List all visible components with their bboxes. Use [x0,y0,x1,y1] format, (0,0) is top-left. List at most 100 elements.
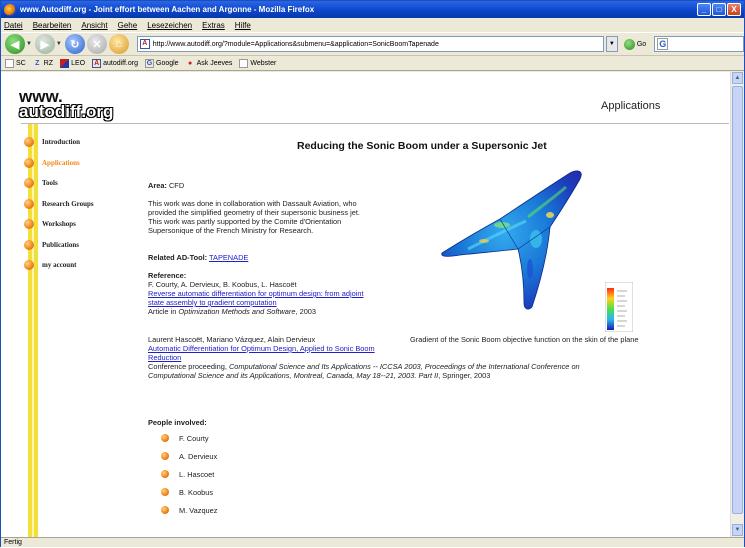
person-koobus[interactable]: B. Koobus [161,483,217,501]
bullet-icon [161,470,169,478]
go-arrow-icon [623,38,635,50]
bullet-icon [24,198,34,209]
section-heading: Applications [601,100,661,112]
bullet-icon [161,434,169,442]
scroll-up-arrow-icon[interactable]: ▲ [732,72,743,84]
plane-gradient-figure [441,170,582,310]
google-icon: G [145,58,154,68]
bullet-icon [24,178,34,189]
nav-item-tools[interactable]: Tools [24,173,94,194]
bookmark-autodiff[interactable]: Aautodiff.org [92,58,138,68]
ref2-link-cont[interactable]: Reduction [148,353,181,362]
header-divider [21,123,729,124]
bullet-icon [161,452,169,460]
url-text: http://www.autodiff.org/?module=Applicat… [152,40,439,48]
menu-gehe[interactable]: Gehe [118,21,138,30]
ref2-link[interactable]: Automatic Differentiation for Optimum De… [148,344,375,353]
figure-caption: Gradient of the Sonic Boom objective fun… [410,335,639,344]
page-viewport: www. autodiff.org Applications Introduct… [1,72,744,537]
bookmark-google[interactable]: G Google [145,58,179,68]
url-history-dropdown[interactable]: ▼ [605,36,618,52]
firefox-icon [4,3,16,16]
menu-bearbeiten[interactable]: Bearbeiten [33,21,72,30]
reference-block: Reference: F. Courty, A. Dervieux, B. Ko… [148,271,364,316]
page-icon [239,58,249,68]
color-scale-legend [605,282,633,332]
back-history-dropdown[interactable]: ▼ [26,41,32,47]
vertical-scrollbar[interactable]: ▲ ▼ [730,72,744,537]
menu-extras[interactable]: Extras [202,21,225,30]
title-bar: www.Autodiff.org - Joint effort between … [1,1,744,18]
search-box[interactable]: G [654,36,745,52]
nav-item-introduction[interactable]: Introduction [24,132,94,153]
people-heading: People involved: [148,418,207,427]
site-nav: Introduction Applications Tools Research… [24,132,94,276]
bookmark-sc[interactable]: SC [5,58,26,68]
person-vazquez[interactable]: M. Vazquez [161,501,217,519]
browser-window: www.Autodiff.org - Joint effort between … [0,0,745,547]
scrollbar-thumb[interactable] [732,86,743,514]
tapenade-link[interactable]: TAPENADE [209,253,248,262]
person-dervieux[interactable]: A. Dervieux [161,447,217,465]
site-favicon: A [139,39,150,49]
go-button[interactable]: Go [623,38,647,50]
nav-item-workshops[interactable]: Workshops [24,214,94,235]
menu-datei[interactable]: Datei [4,21,23,30]
forward-button[interactable]: ▶ [34,34,55,54]
bullet-icon [24,239,34,250]
people-list: F. Courty A. Dervieux L. Hascoet B. Koob… [161,429,217,519]
navigation-toolbar: ◀ ▼ ▶ ▼ ↻ ✕ ⌂ A http://www.autodiff.org/… [1,32,745,56]
ref1-authors: F. Courty, A. Dervieux, B. Koobus, L. Ha… [148,280,297,289]
nav-item-my-account[interactable]: my account [24,255,94,276]
jeeves-icon: ● [187,59,193,67]
bullet-icon [24,157,34,168]
google-search-icon: G [657,38,669,50]
bullet-icon [24,137,34,148]
stop-button[interactable]: ✕ [86,34,107,54]
scroll-down-arrow-icon[interactable]: ▼ [732,524,743,536]
status-bar: Fertig [1,537,744,547]
person-hascoet[interactable]: L. Hascoet [161,465,217,483]
bullet-icon [161,506,169,514]
maximize-button[interactable]: □ [712,3,726,16]
z-icon: Z [35,59,40,67]
menu-hilfe[interactable]: Hilfe [235,21,251,30]
ref2-publication: Conference proceeding, Computational Sci… [148,362,580,371]
menu-lesezeichen[interactable]: Lesezeichen [147,21,192,30]
minimize-button[interactable]: _ [697,3,711,16]
reload-button[interactable]: ↻ [64,34,85,54]
window-title: www.Autodiff.org - Joint effort between … [20,5,315,14]
close-button[interactable]: X [727,3,741,16]
bookmark-ask-jeeves[interactable]: ● Ask Jeeves [186,59,232,68]
bookmarks-toolbar: SC Z RZ LEO Aautodiff.org G Google ● Ask Je… [1,56,744,71]
flag-icon [60,58,70,68]
bullet-icon [161,488,169,496]
nav-item-applications[interactable]: Applications [24,153,94,174]
bookmark-webster[interactable]: Webster [239,58,276,68]
person-courty[interactable]: F. Courty [161,429,217,447]
page-icon [5,58,14,68]
go-label: Go [636,40,647,48]
ref2-publication-cont: Computational Science and its Applicatio… [148,371,491,380]
nav-item-publications[interactable]: Publications [24,235,94,256]
ref1-link[interactable]: Reverse automatic differentiation for op… [148,289,364,298]
reference-heading: Reference: [148,271,187,280]
related-tool-line: Related AD-Tool: TAPENADE [148,253,249,262]
page-title: Reducing the Sonic Boom under a Superson… [297,140,547,152]
nav-item-research-groups[interactable]: Research Groups [24,194,94,215]
bookmark-leo[interactable]: LEO [60,58,85,68]
home-button[interactable]: ⌂ [108,34,129,54]
forward-history-dropdown[interactable]: ▼ [56,41,62,47]
ad-icon: A [92,58,102,68]
bullet-icon [24,260,34,271]
description: This work was done in collaboration with… [148,199,360,235]
menu-bar: Datei Bearbeiten Ansicht Gehe Lesezeiche… [1,18,744,32]
ref1-link-cont[interactable]: state assembly to gradient computation [148,298,277,307]
menu-ansicht[interactable]: Ansicht [81,21,107,30]
area-line: Area: CFD [148,181,185,190]
site-logo[interactable]: www. autodiff.org [19,88,113,120]
back-button[interactable]: ◀ [5,34,25,54]
url-bar[interactable]: A http://www.autodiff.org/?module=Applic… [136,36,604,52]
bookmark-rz[interactable]: Z RZ [33,59,53,68]
ref1-publication: Article in Optimization Methods and Soft… [148,307,317,316]
